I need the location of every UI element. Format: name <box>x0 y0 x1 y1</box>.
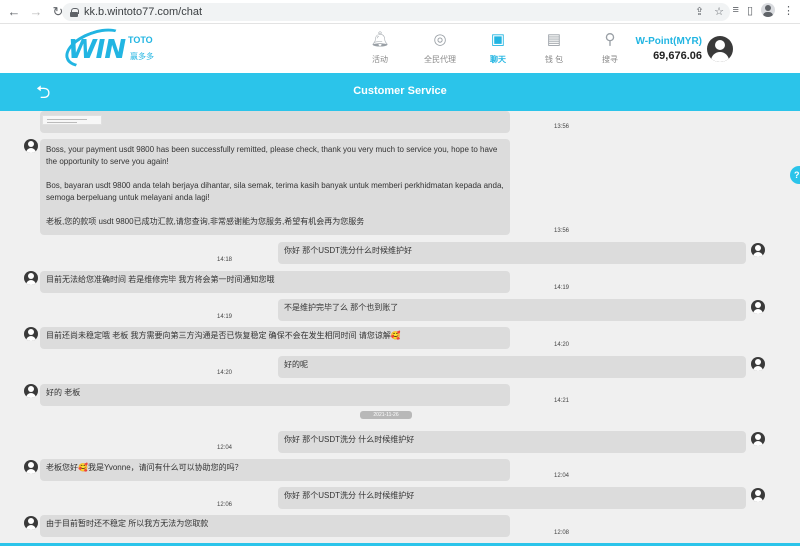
message-bubble-left[interactable]: 由于目前暂时还不稳定 所以我方无法为您取款 <box>40 515 510 537</box>
user-avatar-icon <box>751 300 765 314</box>
logo-cn: 赢多多 <box>130 52 154 61</box>
message-text: 目前无法给您准确时间 若是维修完毕 我方将会第一时间通知您哦 <box>46 275 275 284</box>
date-divider: 2021-11-26 <box>360 411 412 419</box>
bell-icon: 🔔︎ <box>370 31 390 48</box>
site-header: WIN TOTO 赢多多 🔔︎ 活动 ◎ 全民代理 ▣ 聊天 ▤ 钱 包 ⚲ 搜… <box>0 21 800 75</box>
message-time: 12:08 <box>554 530 570 536</box>
nav-item-activity[interactable]: 🔔︎ 活动 <box>352 30 408 70</box>
lock-icon <box>70 7 79 17</box>
message-bubble-left[interactable]: 目前还尚未稳定哦 老板 我方需要向第三方沟通是否已恢复稳定 确保不会在发生相同时… <box>40 327 510 349</box>
agent-avatar-icon <box>24 460 38 474</box>
chat-title-bar: ⮌ Customer Service <box>0 73 800 111</box>
message-bubble-right[interactable]: 不是维护完毕了么 那个也到账了 <box>278 299 746 321</box>
agent-avatar-icon <box>24 139 38 153</box>
logo-text: WIN <box>68 35 126 65</box>
page-title: Customer Service <box>353 85 447 97</box>
message-text: 好的 老板 <box>46 388 81 397</box>
nav-item-search[interactable]: ⚲ 搜寻 <box>582 30 638 70</box>
message-text: 老板,您的款项 usdt 9800已成功汇款,请您查询,非常感谢能为您服务,希望… <box>46 217 365 226</box>
nav-label: 钱 包 <box>544 55 564 64</box>
message-bubble-right[interactable]: 你好 那个USDT洗分 什么时候维护好 <box>278 431 746 453</box>
message-bubble-right[interactable]: 好的呢 <box>278 356 746 378</box>
message-text: 你好 那个USDT洗分什么时候维护好 <box>284 246 412 255</box>
message-time: 14:20 <box>217 370 233 376</box>
reading-list-icon[interactable]: ≡ <box>733 4 739 16</box>
wpoint-label: W-Point(MYR) <box>635 36 702 47</box>
address-bar[interactable]: kk.b.wintoto77.com/chat ⇪ ☆ <box>62 3 730 21</box>
nav-label: 聊天 <box>490 55 506 64</box>
chat-messages[interactable]: 13:56 Boss, your payment usdt 9800 has b… <box>0 111 800 546</box>
message-time: 14:19 <box>217 314 233 320</box>
nav-item-agent[interactable]: ◎ 全民代理 <box>412 30 468 70</box>
message-bubble-right[interactable]: 你好 那个USDT洗分什么时候维护好 <box>278 242 746 264</box>
message-text: 由于目前暂时还不稳定 所以我方无法为您取款 <box>46 519 209 528</box>
nav-label: 活动 <box>372 55 388 64</box>
user-avatar-icon <box>751 488 765 502</box>
message-text: 老板您好🥰我是Yvonne，请问有什么可以协助您的吗？ <box>46 463 243 472</box>
message-bubble-left[interactable] <box>40 111 510 133</box>
message-bubble-left[interactable]: 好的 老板 <box>40 384 510 406</box>
message-text: 目前还尚未稳定哦 老板 我方需要向第三方沟通是否已恢复稳定 确保不会在发生相同时… <box>46 331 401 340</box>
forward-arrow-icon[interactable]: → <box>28 4 44 20</box>
message-time: 13:56 <box>554 228 570 234</box>
message-time: 12:06 <box>217 502 233 508</box>
wallet-icon: ▤ <box>546 31 562 48</box>
message-bubble-left[interactable]: 目前无法给您准确时间 若是维修完毕 我方将会第一时间通知您哦 <box>40 271 510 293</box>
message-text: 好的呢 <box>284 360 308 369</box>
wpoint-value: 69,676.06 <box>653 50 702 62</box>
message-time: 14:18 <box>217 257 233 263</box>
search-icon: ⚲ <box>604 31 616 48</box>
nav-item-chat[interactable]: ▣ 聊天 <box>470 30 526 70</box>
agent-avatar-icon <box>24 271 38 285</box>
message-bubble-left[interactable]: Boss, your payment usdt 9800 has been su… <box>40 139 510 235</box>
star-icon[interactable]: ☆ <box>714 5 724 18</box>
user-avatar-icon <box>751 432 765 446</box>
url-text: kk.b.wintoto77.com/chat <box>84 6 203 18</box>
profile-icon[interactable] <box>761 3 775 17</box>
message-text: Bos, bayaran usdt 9800 anda telah berjay… <box>46 181 504 202</box>
message-time: 14:21 <box>554 398 570 404</box>
message-text: 你好 那个USDT洗分 什么时候维护好 <box>284 435 415 444</box>
message-bubble-right[interactable]: 你好 那个USDT洗分 什么时候维护好 <box>278 487 746 509</box>
user-avatar-icon <box>751 357 765 371</box>
chat-icon: ▣ <box>490 31 506 48</box>
nav-item-wallet[interactable]: ▤ 钱 包 <box>526 30 582 70</box>
message-time: 12:04 <box>217 445 233 451</box>
user-avatar-icon[interactable] <box>707 36 733 62</box>
browser-toolbar: ← → ↻ kk.b.wintoto77.com/chat ⇪ ☆ ≡ ▯ ⋮ <box>0 0 800 24</box>
agent-avatar-icon <box>24 516 38 530</box>
nav-label: 搜寻 <box>602 55 618 64</box>
wpoint-balance[interactable]: W-Point(MYR) 69,676.06 <box>632 36 702 62</box>
back-arrow-icon[interactable]: ← <box>6 4 22 20</box>
message-time: 14:20 <box>554 342 570 348</box>
main-nav: 🔔︎ 活动 ◎ 全民代理 ▣ 聊天 ▤ 钱 包 ⚲ 搜寻 <box>352 30 638 70</box>
message-time: 14:19 <box>554 285 570 291</box>
message-text: 你好 那个USDT洗分 什么时候维护好 <box>284 491 415 500</box>
logo-sub: TOTO <box>128 35 153 45</box>
agent-avatar-icon <box>24 384 38 398</box>
menu-icon[interactable]: ⋮ <box>783 4 794 17</box>
image-thumbnail[interactable] <box>42 115 102 125</box>
user-avatar-icon <box>751 243 765 257</box>
extensions-icon[interactable]: ▯ <box>747 4 753 17</box>
agent-avatar-icon <box>24 327 38 341</box>
share-icon[interactable]: ⇪ <box>695 5 704 18</box>
nav-label: 全民代理 <box>424 55 456 64</box>
site-logo[interactable]: WIN TOTO 赢多多 <box>60 21 168 75</box>
message-text: Boss, your payment usdt 9800 has been su… <box>46 145 498 166</box>
message-bubble-left[interactable]: 老板您好🥰我是Yvonne，请问有什么可以协助您的吗？ <box>40 459 510 481</box>
message-time: 13:56 <box>554 124 570 130</box>
agent-icon: ◎ <box>433 31 447 48</box>
message-text: 不是维护完毕了么 那个也到账了 <box>284 303 399 312</box>
message-time: 12:04 <box>554 473 570 479</box>
